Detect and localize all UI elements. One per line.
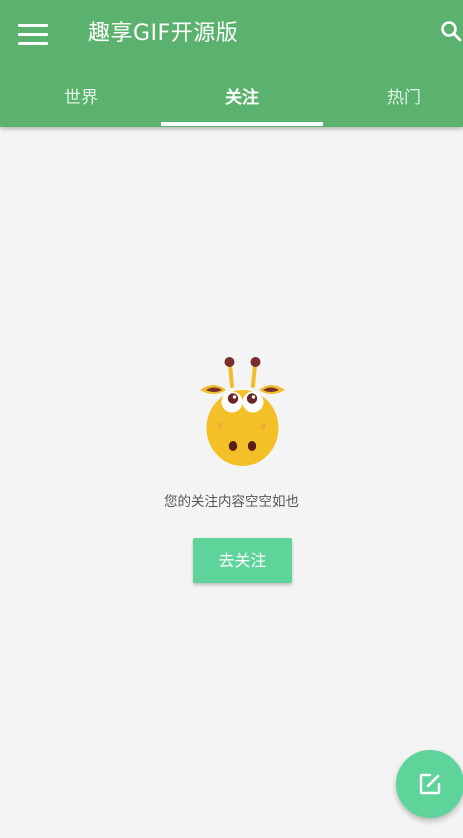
edit-icon <box>419 773 441 795</box>
go-follow-button[interactable]: 去关注 <box>193 538 292 583</box>
tab-hot[interactable]: 热门 <box>323 72 463 127</box>
search-icon <box>441 21 462 42</box>
svg-text://: // <box>218 422 223 430</box>
compose-fab[interactable] <box>396 750 463 818</box>
tab-bar: 世界 关注 热门 <box>0 72 463 127</box>
tab-world[interactable]: 世界 <box>0 72 162 127</box>
tab-indicator <box>161 122 323 126</box>
menu-button[interactable] <box>16 20 50 48</box>
svg-text://: // <box>261 422 266 430</box>
giraffe-illustration: // // <box>200 357 285 466</box>
tab-following[interactable]: 关注 <box>161 72 323 127</box>
app-bar: 趣享GIF开源版 世界 关注 热门 <box>0 0 463 127</box>
search-button[interactable] <box>440 20 463 50</box>
empty-message: 您的关注内容空空如也 <box>164 494 299 510</box>
app-title: 趣享GIF开源版 <box>88 21 239 46</box>
